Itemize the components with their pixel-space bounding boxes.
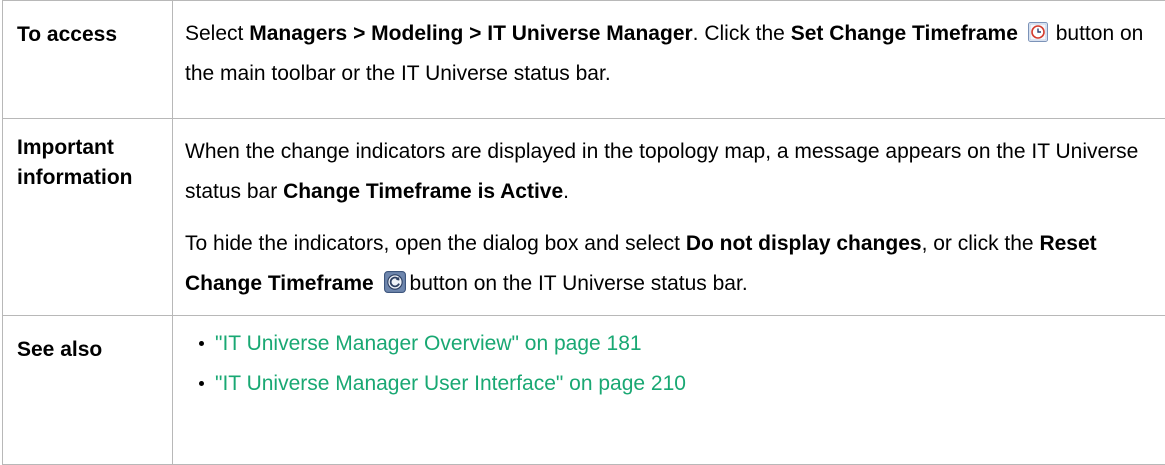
label-line-2: information [17, 163, 172, 193]
row-to-access: To access Select Managers > Modeling > I… [3, 1, 1165, 119]
row-see-also: See also "IT Universe Manager Overview" … [3, 316, 1165, 465]
label-see-also: See also [3, 316, 173, 465]
row-important-information: Important information When the change in… [3, 119, 1165, 316]
label-text: To access [17, 15, 172, 55]
see-also-list: "IT Universe Manager Overview" on page 1… [185, 324, 1165, 404]
list-item: "IT Universe Manager User Interface" on … [185, 364, 1165, 404]
reset-icon [384, 271, 406, 293]
content-see-also: "IT Universe Manager Overview" on page 1… [173, 316, 1165, 465]
label-to-access: To access [3, 1, 173, 119]
label-important-information: Important information [3, 119, 173, 316]
link-it-universe-manager-overview[interactable]: "IT Universe Manager Overview" on page 1… [215, 332, 642, 355]
label-text: See also [17, 330, 172, 370]
set-change-timeframe-term: Set Change Timeframe [791, 22, 1018, 45]
bullet-icon [199, 341, 204, 346]
do-not-display-changes-term: Do not display changes [686, 232, 922, 255]
link-it-universe-manager-user-interface[interactable]: "IT Universe Manager User Interface" on … [215, 372, 686, 395]
content-important-information: When the change indicators are displayed… [173, 119, 1165, 316]
clock-icon [1028, 22, 1048, 42]
important-paragraph-1: When the change indicators are displayed… [185, 132, 1160, 212]
bullet-icon [199, 381, 204, 386]
menu-path: Managers > Modeling > IT Universe Manage… [249, 22, 692, 45]
info-table: To access Select Managers > Modeling > I… [2, 0, 1165, 465]
label-line-1: Important [17, 133, 172, 163]
list-item: "IT Universe Manager Overview" on page 1… [185, 324, 1165, 364]
content-to-access: Select Managers > Modeling > IT Universe… [173, 1, 1165, 119]
change-timeframe-active-term: Change Timeframe is Active [283, 180, 563, 203]
important-paragraph-2: To hide the indicators, open the dialog … [185, 224, 1160, 304]
access-paragraph: Select Managers > Modeling > IT Universe… [185, 14, 1145, 94]
